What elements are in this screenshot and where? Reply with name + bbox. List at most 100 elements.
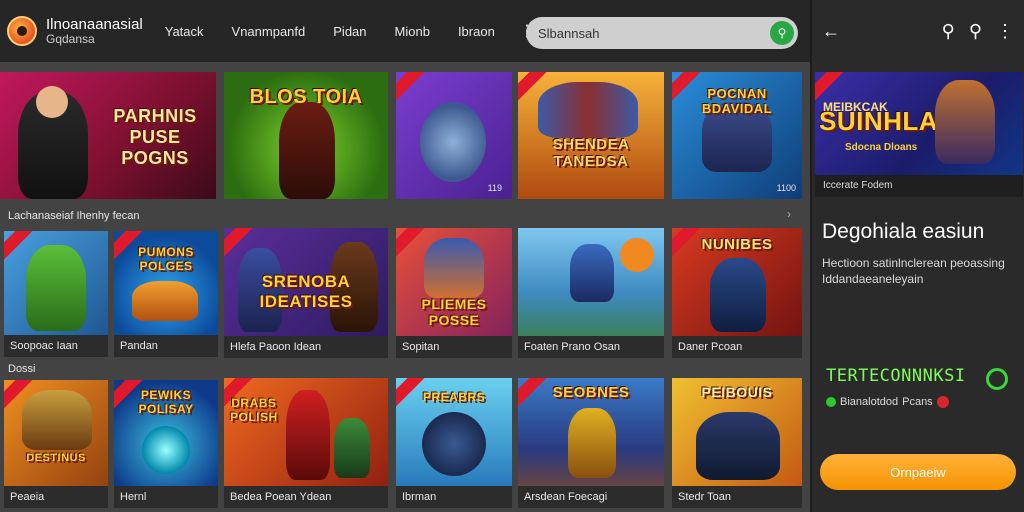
game-title: BLOS TOIA: [249, 86, 363, 108]
game-title: PREABRS: [422, 390, 486, 404]
character-figure: [142, 426, 190, 474]
game-caption: Sopitan: [396, 336, 512, 358]
game-title: DESTINUS: [26, 452, 86, 464]
character-figure: [568, 408, 616, 478]
character-figure: [420, 102, 486, 182]
game-tile[interactable]: PLIEMES POSSE Sopitan: [396, 228, 512, 358]
game-title: SEOBNES: [552, 384, 630, 401]
chevron-right-icon[interactable]: ›: [787, 207, 791, 221]
search-icon[interactable]: ⚲: [770, 21, 794, 45]
section-heading: Lachanaseiaf Ihenhy fecan: [8, 210, 140, 222]
status-ring-icon: [986, 368, 1008, 390]
character-face: [36, 86, 68, 118]
search-icon[interactable]: ⚲: [942, 21, 955, 42]
game-caption: Bedea Poean Ydean: [224, 486, 388, 508]
hot-ribbon: [396, 228, 428, 260]
game-tile[interactable]: PUMONS POLGES Pandan: [114, 231, 218, 357]
game-tile[interactable]: PEIBOUIS Stedr Toan: [672, 378, 802, 508]
main-nav: Yatack Vnanmpanfd Pidan Mionb Ibraon: [165, 24, 495, 39]
game-tile[interactable]: DESTINUS Peaeia: [4, 380, 108, 508]
heart-icon[interactable]: [936, 396, 949, 408]
hot-ribbon: [396, 72, 428, 104]
game-tile[interactable]: 119: [396, 72, 512, 199]
more-menu-icon[interactable]: ⋮: [996, 21, 1014, 42]
game-caption: Hernl: [114, 486, 218, 508]
app-logo[interactable]: [7, 16, 37, 46]
app-root: Ilnoanaanasial Gqdansa Yatack Vnanmpanfd…: [0, 0, 1024, 512]
game-tile[interactable]: PARHNIS PUSE POGNS: [0, 72, 216, 199]
game-caption: Arsdean Foecagi: [518, 486, 664, 508]
game-caption: Peaeia: [4, 486, 108, 508]
meta-text-2: Pcans: [902, 396, 933, 408]
tile-badge: 1100: [776, 183, 796, 193]
character-figure: [935, 80, 995, 164]
character-figure: [570, 244, 614, 302]
brand-title: Ilnoanaanasial: [46, 15, 143, 33]
game-tile[interactable]: Soopoac Iaan: [4, 231, 108, 357]
feature-caption: Iccerate Fodem: [815, 175, 1023, 197]
nav-item-4[interactable]: Mionb: [395, 24, 430, 39]
nav-item-2[interactable]: Vnanmpanfd: [232, 24, 306, 39]
nav-item-1[interactable]: Yatack: [165, 24, 204, 39]
game-grid: PARHNIS PUSE POGNS BLOS TOIA 119 SHENDEA…: [0, 62, 810, 512]
game-title: DRABS POLISH: [230, 396, 278, 424]
feature-tag: Sdocna Dloans: [845, 142, 918, 153]
game-tile[interactable]: POCNAN BDAVIDAL 1100: [672, 72, 802, 199]
game-tile[interactable]: DRABS POLISH Bedea Poean Ydean: [224, 378, 388, 508]
character-figure: [22, 390, 92, 450]
featured-game-banner[interactable]: MEIBKCAK SUINHLAS Sdocna Dloans Iccerate…: [815, 72, 1023, 197]
game-title: PEWIKS POLISAY: [138, 388, 194, 416]
game-caption: Foaten Prano Osan: [518, 336, 664, 358]
character-figure: [132, 281, 198, 321]
game-caption: Stedr Toan: [672, 486, 802, 508]
panel-highlight-text: TERTECONNNKSI: [826, 366, 966, 386]
game-caption: Soopoac Iaan: [4, 335, 108, 357]
back-arrow-icon[interactable]: ←: [822, 21, 840, 42]
zoom-search-icon[interactable]: ⚲: [969, 21, 982, 42]
game-tile[interactable]: SEOBNES Arsdean Foecagi: [518, 378, 664, 508]
panel-meta: Bianalotdod Pcans: [826, 396, 949, 408]
panel-toolbar: ← ⚲ ⚲ ⋮: [812, 0, 1024, 62]
game-tile[interactable]: PREABRS Ibrman: [396, 378, 512, 508]
planet-shape: [620, 238, 654, 272]
game-title: SHENDEA TANEDSA: [552, 136, 630, 170]
character-figure: [424, 238, 484, 298]
game-tile[interactable]: Foaten Prano Osan: [518, 228, 664, 358]
nav-item-5[interactable]: Ibraon: [458, 24, 495, 39]
nav-item-3[interactable]: Pidan: [333, 24, 366, 39]
game-tile[interactable]: PEWIKS POLISAY Hernl: [114, 380, 218, 508]
game-tile[interactable]: SHENDEA TANEDSA: [518, 72, 664, 199]
online-dot-icon: [826, 397, 836, 407]
game-tile[interactable]: BLOS TOIA: [224, 72, 388, 199]
tile-badge: 119: [487, 183, 502, 193]
character-figure: [279, 102, 335, 199]
brand-subtitle: Gqdansa: [46, 31, 95, 46]
panel-title: Degohiala easiun: [822, 220, 985, 243]
character-figure: [710, 258, 766, 332]
game-caption: Daner Pcoan: [672, 336, 802, 358]
search-input[interactable]: Slbannsah ⚲: [526, 17, 798, 49]
panel-description: Hectioon satinlnclerean peoassing Iddand…: [822, 256, 1005, 286]
game-title: NUNIBES: [701, 236, 773, 253]
game-title: PUMONS POLGES: [138, 245, 194, 273]
game-caption: Ibrman: [396, 486, 512, 508]
brand: Ilnoanaanasial Gqdansa: [46, 17, 143, 45]
character-figure: [538, 82, 638, 138]
primary-cta-button[interactable]: Ornpaeiw: [820, 454, 1016, 490]
section-heading: Dossi: [8, 363, 36, 375]
game-caption: Hlefa Paoon Idean: [224, 336, 388, 358]
game-title: PLIEMES POSSE: [421, 296, 487, 328]
game-title: PARHNIS PUSE POGNS: [113, 106, 197, 168]
game-tile[interactable]: NUNIBES Daner Pcoan: [672, 228, 802, 358]
game-title: SRENOBA IDEATISES: [259, 272, 353, 311]
character-figure: [422, 412, 486, 476]
meta-text: Bianalotdod: [840, 396, 899, 408]
character-figure: [696, 412, 780, 480]
game-caption: Pandan: [114, 335, 218, 357]
character-figure: [286, 390, 330, 480]
game-title: PEIBOUIS: [701, 384, 773, 400]
game-title: POCNAN BDAVIDAL: [701, 86, 773, 116]
character-figure: [26, 245, 86, 331]
game-tile[interactable]: SRENOBA IDEATISES Hlefa Paoon Idean: [224, 228, 388, 358]
hot-ribbon: [815, 72, 847, 104]
